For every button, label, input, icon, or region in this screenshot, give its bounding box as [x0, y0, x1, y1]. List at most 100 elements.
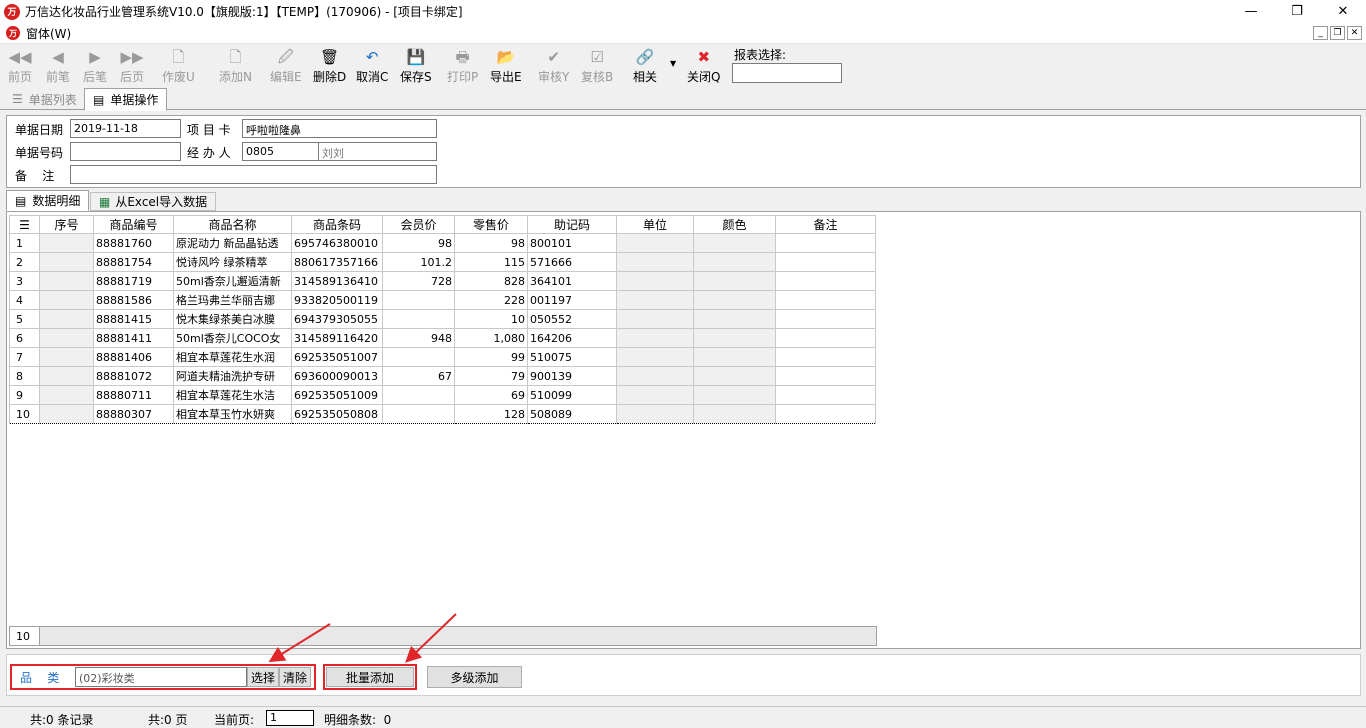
barcode-cell[interactable]: 692535050808	[291, 404, 383, 424]
col-header[interactable]: 序号	[39, 215, 94, 234]
reaudit-button[interactable]: ☑ 复核B	[581, 47, 613, 85]
table-row[interactable]: 4 88881586 格兰玛弗兰华丽吉娜 933820500119 228 001197	[9, 290, 876, 310]
color-cell[interactable]	[693, 290, 776, 310]
mdi-minimize-button[interactable]: _	[1313, 26, 1328, 40]
col-header[interactable]: 零售价	[454, 215, 528, 234]
color-cell[interactable]	[693, 366, 776, 386]
mnemonic-cell[interactable]: 510099	[527, 385, 617, 405]
code-cell[interactable]: 88881586	[93, 290, 174, 310]
color-cell[interactable]	[693, 328, 776, 348]
prev-record-button[interactable]: ◀ 前笔	[46, 47, 70, 85]
note-field[interactable]	[70, 165, 437, 184]
name-cell[interactable]: 50ml香奈儿COCO女	[173, 328, 292, 348]
mdi-close-button[interactable]: ✕	[1347, 26, 1362, 40]
note-cell[interactable]	[775, 366, 876, 386]
table-row[interactable]: 10 88880307 相宜本草玉竹水妍爽 692535050808 128 508089	[9, 404, 876, 424]
unit-cell[interactable]	[616, 347, 694, 367]
name-cell[interactable]: 悦诗风吟 绿茶精萃	[173, 252, 292, 272]
edit-button[interactable]: 🖉 编辑E	[270, 47, 302, 85]
export-button[interactable]: 📂 导出E	[490, 47, 522, 85]
handler-name-field[interactable]: 刘刘	[318, 142, 437, 161]
tab-data-detail[interactable]: ▤ 数据明细	[6, 190, 90, 211]
code-cell[interactable]: 88880307	[93, 404, 174, 424]
barcode-cell[interactable]: 314589116420	[291, 328, 383, 348]
member-price-cell[interactable]: 948	[382, 328, 455, 348]
code-cell[interactable]: 88881072	[93, 366, 174, 386]
row-number-cell[interactable]: 9	[9, 385, 40, 405]
name-cell[interactable]: 相宜本草莲花生水洁	[173, 385, 292, 405]
save-button[interactable]: 💾 保存S	[400, 47, 432, 85]
code-cell[interactable]: 88881719	[93, 271, 174, 291]
mnemonic-cell[interactable]: 800101	[527, 233, 617, 253]
name-cell[interactable]: 相宜本草玉竹水妍爽	[173, 404, 292, 424]
code-cell[interactable]: 88881411	[93, 328, 174, 348]
code-cell[interactable]: 88880711	[93, 385, 174, 405]
close-form-button[interactable]: ✖ 关闭Q	[687, 47, 720, 85]
member-price-cell[interactable]: 101.2	[382, 252, 455, 272]
mnemonic-cell[interactable]: 508089	[527, 404, 617, 424]
col-header[interactable]: 备注	[775, 215, 876, 234]
note-cell[interactable]	[775, 271, 876, 291]
tab-excel-import[interactable]: ▦ 从Excel导入数据	[90, 192, 217, 211]
note-cell[interactable]	[775, 385, 876, 405]
member-price-cell[interactable]	[382, 290, 455, 310]
table-row[interactable]: 2 88881754 悦诗风吟 绿茶精萃 880617357166 101.2 115 57…	[9, 252, 876, 272]
print-button[interactable]: 🖶 打印P	[447, 47, 478, 85]
mnemonic-cell[interactable]: 164206	[527, 328, 617, 348]
category-field[interactable]: (02)彩妆类	[75, 667, 247, 687]
color-cell[interactable]	[693, 385, 776, 405]
color-cell[interactable]	[693, 404, 776, 424]
code-cell[interactable]: 88881406	[93, 347, 174, 367]
table-row[interactable]: 7 88881406 相宜本草莲花生水润 692535051007 99 510075	[9, 347, 876, 367]
col-header[interactable]: 商品条码	[291, 215, 383, 234]
table-row[interactable]: 9 88880711 相宜本草莲花生水洁 692535051009 69 510099	[9, 385, 876, 405]
table-row[interactable]: 1 88881760 原泥动力 新品晶钻透 695746380010 98 98 80010…	[9, 233, 876, 253]
unit-cell[interactable]	[616, 404, 694, 424]
retail-price-cell[interactable]: 828	[454, 271, 528, 291]
mnemonic-cell[interactable]: 364101	[527, 271, 617, 291]
retail-price-cell[interactable]: 98	[454, 233, 528, 253]
mnemonic-cell[interactable]: 001197	[527, 290, 617, 310]
row-number-cell[interactable]: 3	[9, 271, 40, 291]
code-cell[interactable]: 88881415	[93, 309, 174, 329]
note-cell[interactable]	[775, 347, 876, 367]
clear-category-button[interactable]: 清除	[279, 667, 311, 687]
unit-cell[interactable]	[616, 252, 694, 272]
seq-cell[interactable]	[39, 328, 94, 348]
retail-price-cell[interactable]: 115	[454, 252, 528, 272]
retail-price-cell[interactable]: 10	[454, 309, 528, 329]
row-number-cell[interactable]: 2	[9, 252, 40, 272]
barcode-cell[interactable]: 695746380010	[291, 233, 383, 253]
barcode-cell[interactable]: 880617357166	[291, 252, 383, 272]
mnemonic-cell[interactable]: 571666	[527, 252, 617, 272]
maximize-button[interactable]: ❐	[1274, 0, 1320, 23]
table-row[interactable]: 5 88881415 悦木集绿茶美白冰膜 694379305055 10 050552	[9, 309, 876, 329]
select-category-button[interactable]: 选择	[247, 667, 279, 687]
row-number-cell[interactable]: 1	[9, 233, 40, 253]
color-cell[interactable]	[693, 233, 776, 253]
retail-price-cell[interactable]: 79	[454, 366, 528, 386]
member-price-cell[interactable]: 98	[382, 233, 455, 253]
col-header[interactable]: 助记码	[527, 215, 617, 234]
retail-price-cell[interactable]: 228	[454, 290, 528, 310]
retail-price-cell[interactable]: 69	[454, 385, 528, 405]
barcode-cell[interactable]: 692535051007	[291, 347, 383, 367]
unit-cell[interactable]	[616, 290, 694, 310]
table-row[interactable]: 6 88881411 50ml香奈儿COCO女 314589116420 948 1,08…	[9, 328, 876, 348]
barcode-cell[interactable]: 933820500119	[291, 290, 383, 310]
barcode-cell[interactable]: 694379305055	[291, 309, 383, 329]
row-number-cell[interactable]: 8	[9, 366, 40, 386]
member-price-cell[interactable]: 67	[382, 366, 455, 386]
unit-cell[interactable]	[616, 385, 694, 405]
seq-cell[interactable]	[39, 290, 94, 310]
mnemonic-cell[interactable]: 510075	[527, 347, 617, 367]
table-row[interactable]: 8 88881072 阿道夫精油洗护专研 693600090013 67 79 900139	[9, 366, 876, 386]
name-cell[interactable]: 相宜本草莲花生水润	[173, 347, 292, 367]
mnemonic-cell[interactable]: 900139	[527, 366, 617, 386]
name-cell[interactable]: 格兰玛弗兰华丽吉娜	[173, 290, 292, 310]
handler-code-field[interactable]: 0805	[242, 142, 320, 161]
first-page-button[interactable]: ◀◀ 前页	[8, 47, 32, 85]
col-header[interactable]: 单位	[616, 215, 694, 234]
batch-add-button[interactable]: 批量添加	[326, 667, 414, 687]
member-price-cell[interactable]	[382, 347, 455, 367]
